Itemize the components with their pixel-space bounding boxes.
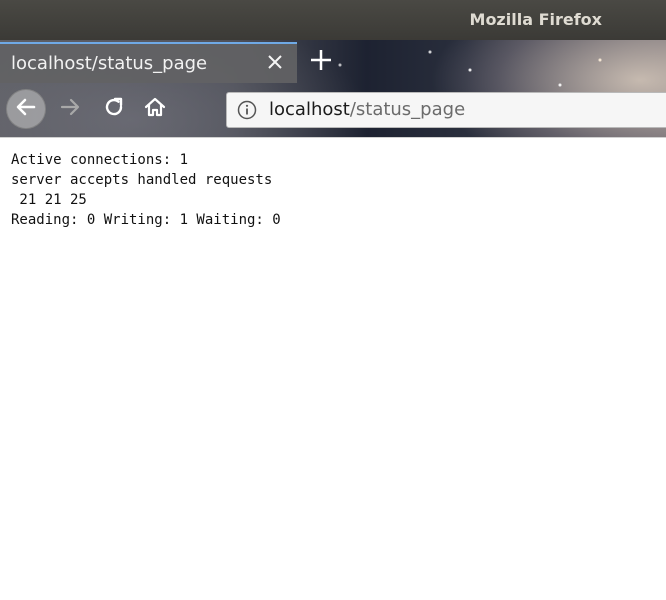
url-text[interactable]: localhost/status_page — [269, 99, 465, 120]
title-bar: Mozilla Firefox — [0, 0, 666, 40]
status-output: Active connections: 1 server accepts han… — [11, 150, 281, 230]
url-path: /status_page — [349, 99, 466, 120]
reload-icon — [102, 95, 126, 123]
info-icon[interactable] — [237, 100, 257, 120]
url-host: localhost — [269, 99, 350, 120]
browser-window: Mozilla Firefox localhost/status_page lo… — [0, 0, 666, 600]
forward-button[interactable] — [52, 91, 88, 127]
reload-button[interactable] — [96, 91, 132, 127]
tab-status-page[interactable]: localhost/status_page — [0, 42, 297, 83]
close-icon[interactable] — [263, 50, 287, 74]
home-button[interactable] — [137, 91, 173, 127]
arrow-left-icon — [14, 95, 38, 123]
page-content: Active connections: 1 server accepts han… — [0, 137, 666, 600]
url-bar[interactable]: localhost/status_page — [226, 92, 666, 128]
navigation-bar: localhost/status_page — [0, 83, 666, 137]
tab-label: localhost/status_page — [11, 53, 208, 74]
home-icon — [143, 95, 167, 123]
status-line-counts: 21 21 25 — [11, 192, 87, 208]
status-line-states: Reading: 0 Writing: 1 Waiting: 0 — [11, 212, 281, 228]
arrow-right-icon — [58, 95, 82, 123]
window-title: Mozilla Firefox — [469, 10, 602, 29]
plus-icon[interactable] — [307, 45, 335, 75]
back-button[interactable] — [6, 89, 46, 129]
status-line-header: server accepts handled requests — [11, 172, 273, 188]
status-line-connections: Active connections: 1 — [11, 152, 189, 168]
